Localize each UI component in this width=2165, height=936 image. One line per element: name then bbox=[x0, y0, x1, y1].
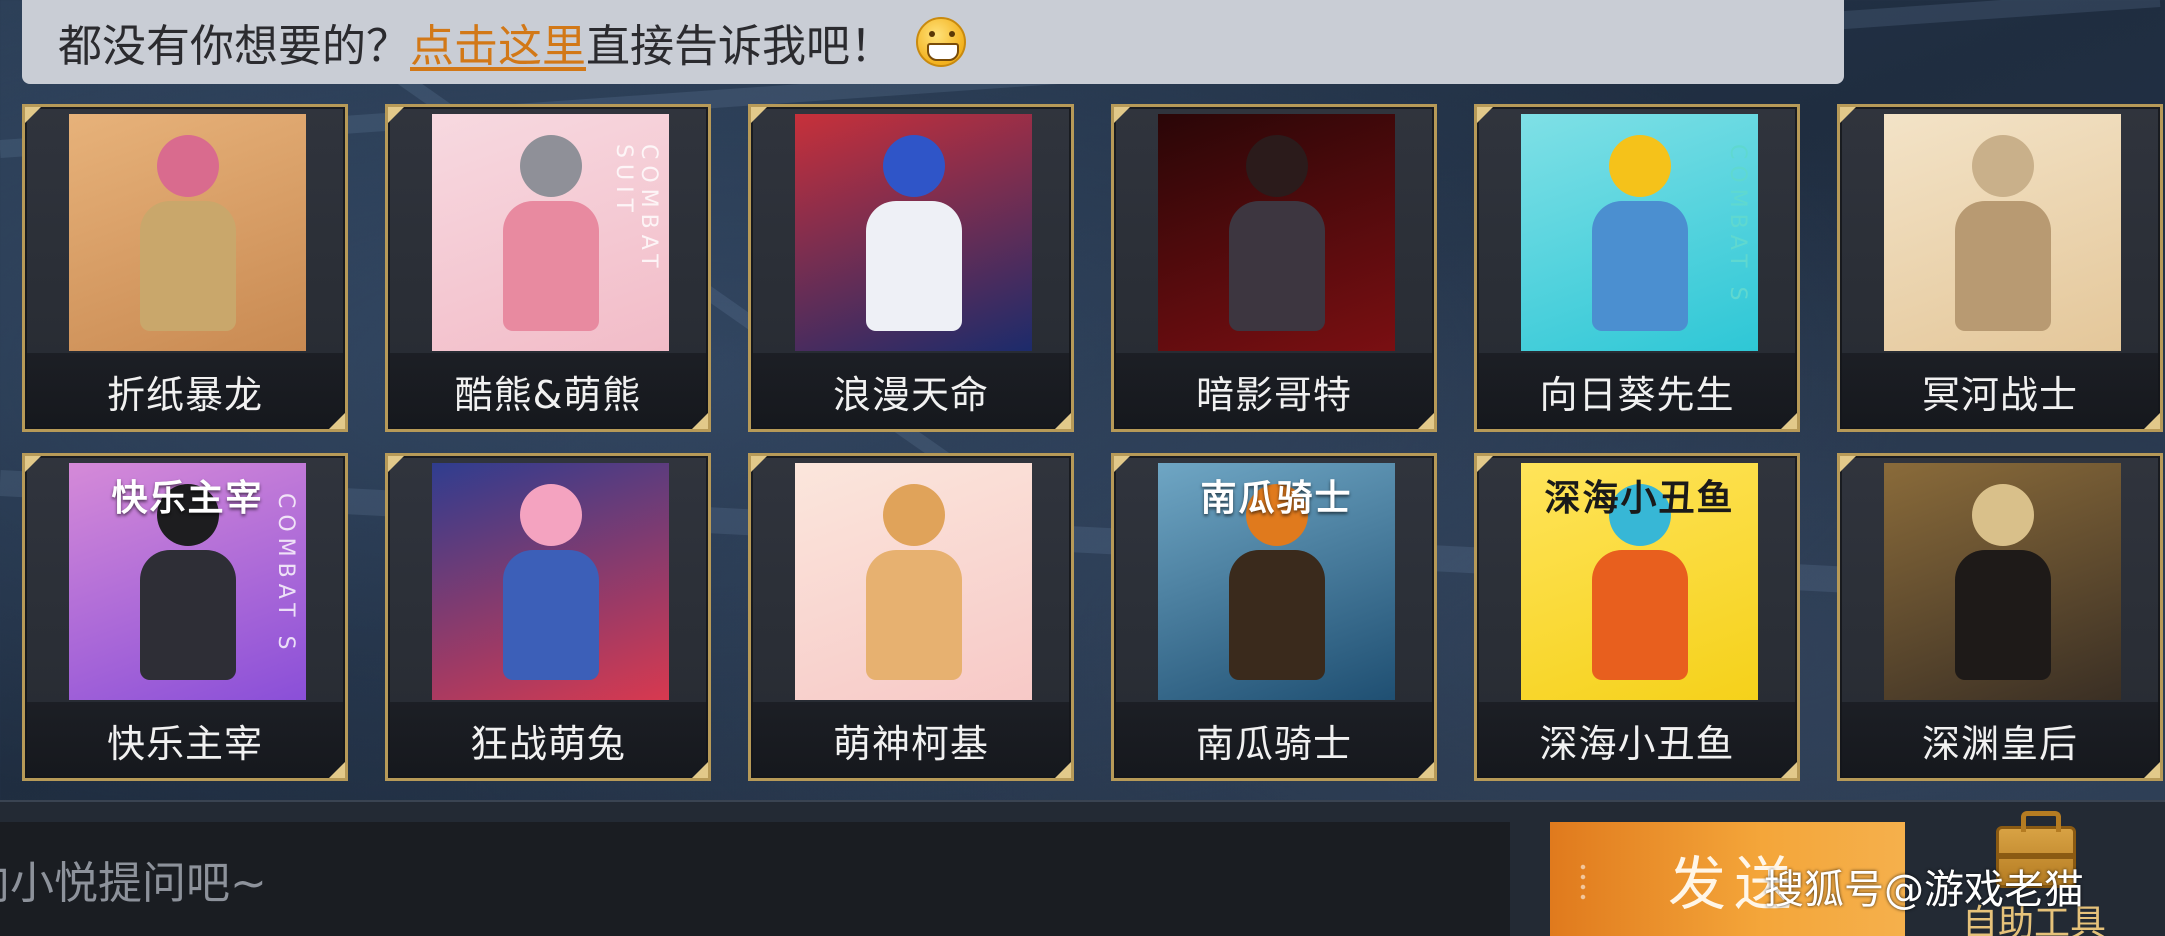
character-figure bbox=[865, 483, 962, 680]
skin-thumbnail: 南瓜骑士 bbox=[1158, 463, 1395, 700]
character-head bbox=[156, 134, 219, 197]
skin-name: 冥河战士 bbox=[1840, 353, 2160, 429]
character-figure bbox=[139, 134, 236, 331]
character-body bbox=[139, 200, 236, 331]
character-head bbox=[882, 483, 945, 546]
character-body bbox=[865, 200, 962, 331]
character-head bbox=[1971, 134, 2034, 197]
character-body bbox=[865, 549, 962, 680]
skin-name: 酷熊&萌熊 bbox=[388, 353, 708, 429]
character-figure bbox=[865, 134, 962, 331]
character-figure bbox=[1954, 134, 2051, 331]
skin-card[interactable]: 暗影哥特 bbox=[1111, 104, 1437, 432]
character-body bbox=[1954, 549, 2051, 680]
character-body bbox=[1228, 549, 1325, 680]
character-figure bbox=[502, 134, 599, 331]
skin-name: 南瓜骑士 bbox=[1114, 702, 1434, 778]
skin-card[interactable]: 深海小丑鱼 深海小丑鱼 bbox=[1474, 453, 1800, 781]
skin-card[interactable]: 萌神柯基 bbox=[748, 453, 1074, 781]
chat-input[interactable]: 向小悦提问吧~ bbox=[0, 822, 1510, 936]
skin-card[interactable]: COMBAT SUIT 酷熊&萌熊 bbox=[385, 104, 711, 432]
character-head bbox=[1608, 134, 1671, 197]
combat-suit-text: COMBAT SUIT bbox=[611, 144, 661, 274]
character-head bbox=[519, 134, 582, 197]
skin-card[interactable]: 冥河战士 bbox=[1837, 104, 2163, 432]
skin-card[interactable]: 折纸暴龙 bbox=[22, 104, 348, 432]
grip-dots-icon bbox=[1578, 862, 1588, 902]
skin-name: 向日葵先生 bbox=[1477, 353, 1797, 429]
character-body bbox=[1228, 200, 1325, 331]
hint-prefix: 都没有你想要的？ bbox=[58, 21, 410, 72]
feedback-hint-bar: 都没有你想要的？ 点击这里 直接告诉我吧！ bbox=[22, 0, 1844, 84]
skin-thumbnail bbox=[795, 463, 1032, 700]
skin-card[interactable]: 南瓜骑士 南瓜骑士 bbox=[1111, 453, 1437, 781]
character-body bbox=[139, 549, 236, 680]
character-figure bbox=[502, 483, 599, 680]
skin-thumbnail: 快乐主宰 COMBAT S bbox=[69, 463, 306, 700]
skin-thumbnail: 深海小丑鱼 bbox=[1521, 463, 1758, 700]
skin-name: 快乐主宰 bbox=[25, 702, 345, 778]
skin-thumbnail bbox=[1158, 114, 1395, 351]
character-figure bbox=[1228, 134, 1325, 331]
watermark: 搜狐号@游戏老猫 bbox=[1764, 867, 2084, 913]
combat-suit-text: COMBAT S bbox=[1725, 144, 1750, 307]
skin-card[interactable]: 快乐主宰 COMBAT S 快乐主宰 bbox=[22, 453, 348, 781]
character-body bbox=[1591, 549, 1688, 680]
character-head bbox=[1971, 483, 2034, 546]
character-body bbox=[502, 549, 599, 680]
skin-thumbnail bbox=[1884, 463, 2121, 700]
skin-card[interactable]: 深渊皇后 bbox=[1837, 453, 2163, 781]
skin-name: 深渊皇后 bbox=[1840, 702, 2160, 778]
character-head bbox=[1245, 134, 1308, 197]
hint-suffix: 直接告诉我吧！ bbox=[586, 21, 894, 72]
skin-name: 折纸暴龙 bbox=[25, 353, 345, 429]
feedback-link[interactable]: 点击这里 bbox=[410, 10, 586, 74]
chat-placeholder: 向小悦提问吧~ bbox=[0, 858, 267, 909]
skin-thumbnail bbox=[1884, 114, 2121, 351]
skin-thumbnail bbox=[795, 114, 1032, 351]
skin-grid: 折纸暴龙 COMBAT SUIT 酷熊&萌熊 浪漫天命 暗影哥特 COMBAT S 向日葵先… bbox=[22, 104, 2163, 781]
skin-name: 暗影哥特 bbox=[1114, 353, 1434, 429]
character-head bbox=[882, 134, 945, 197]
skin-thumbnail bbox=[432, 463, 669, 700]
skin-title-art: 南瓜骑士 bbox=[1200, 478, 1353, 519]
skin-title-art: 快乐主宰 bbox=[111, 478, 264, 519]
skin-card[interactable]: 狂战萌兔 bbox=[385, 453, 711, 781]
skin-name: 狂战萌兔 bbox=[388, 702, 708, 778]
skin-card[interactable]: 浪漫天命 bbox=[748, 104, 1074, 432]
skin-card[interactable]: COMBAT S 向日葵先生 bbox=[1474, 104, 1800, 432]
combat-suit-text: COMBAT S bbox=[273, 493, 298, 656]
skin-title-art: 深海小丑鱼 bbox=[1544, 478, 1735, 519]
character-head bbox=[519, 483, 582, 546]
skin-name: 浪漫天命 bbox=[751, 353, 1071, 429]
grinning-face-icon bbox=[916, 17, 966, 67]
skin-thumbnail: COMBAT SUIT bbox=[432, 114, 669, 351]
skin-thumbnail bbox=[69, 114, 306, 351]
skin-name: 萌神柯基 bbox=[751, 702, 1071, 778]
character-figure bbox=[1954, 483, 2051, 680]
skin-name: 深海小丑鱼 bbox=[1477, 702, 1797, 778]
character-body bbox=[1591, 200, 1688, 331]
character-body bbox=[502, 200, 599, 331]
skin-thumbnail: COMBAT S bbox=[1521, 114, 1758, 351]
character-figure bbox=[1591, 134, 1688, 331]
character-body bbox=[1954, 200, 2051, 331]
